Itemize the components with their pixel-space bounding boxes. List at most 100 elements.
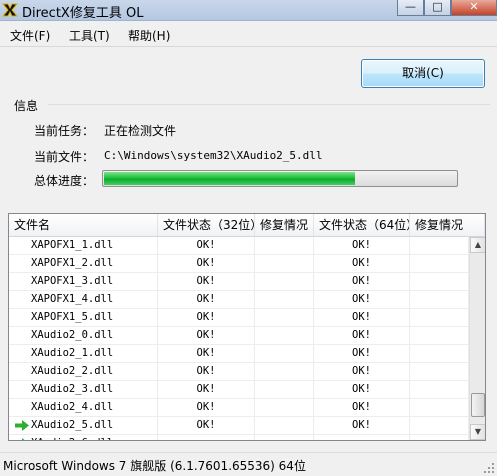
cell-filename: XAudio2_5.dll bbox=[9, 417, 158, 434]
cell-status-64: OK! bbox=[314, 363, 410, 380]
cell-status-32: OK! bbox=[158, 399, 255, 416]
close-button[interactable]: ✕ bbox=[451, 0, 497, 16]
cell-repair-32 bbox=[255, 435, 314, 440]
table-row[interactable]: XAPOFX1_4.dll OK! OK! bbox=[9, 291, 469, 309]
info-group-title: 信息 bbox=[14, 99, 39, 113]
scroll-up-icon[interactable]: ▲ bbox=[470, 237, 485, 253]
cell-filename: XAudio2_2.dll bbox=[9, 363, 158, 380]
cell-repair-32 bbox=[255, 363, 314, 380]
column-header-status-64[interactable]: 文件状态（64位） bbox=[314, 214, 410, 236]
cell-status-32: OK! bbox=[158, 255, 255, 272]
resize-grip-icon[interactable] bbox=[483, 462, 495, 474]
table-row[interactable]: XAudio2_3.dll OK! OK! bbox=[9, 381, 469, 399]
cell-repair-32 bbox=[255, 291, 314, 308]
cell-repair-32 bbox=[255, 417, 314, 434]
column-header-status-32[interactable]: 文件状态（32位） bbox=[158, 214, 255, 236]
cell-status-64: OK! bbox=[314, 327, 410, 344]
scroll-down-icon[interactable]: ▼ bbox=[470, 424, 485, 440]
table-row[interactable]: XAPOFX1_2.dll OK! OK! bbox=[9, 255, 469, 273]
current-file-value: C:\Windows\system32\XAudio2_5.dll bbox=[104, 149, 323, 162]
cell-repair-64 bbox=[410, 363, 469, 380]
cell-repair-64 bbox=[410, 399, 469, 416]
table-header: 文件名 文件状态（32位） 修复情况 文件状态（64位） 修复情况 bbox=[9, 214, 485, 237]
cell-filename: XAudio2_6.dll bbox=[9, 435, 158, 440]
cell-status-32: OK! bbox=[158, 363, 255, 380]
column-header-repair-64[interactable]: 修复情况 bbox=[410, 214, 485, 236]
table-row[interactable]: XAudio2_5.dll OK! OK! bbox=[9, 417, 469, 435]
menu-help[interactable]: 帮助(H) bbox=[128, 27, 170, 44]
cell-repair-32 bbox=[255, 237, 314, 254]
cell-status-32: OK! bbox=[158, 345, 255, 362]
cell-filename: XAPOFX1_1.dll bbox=[9, 237, 158, 254]
info-group-divider bbox=[48, 104, 490, 105]
cell-status-64: OK! bbox=[314, 399, 410, 416]
cell-filename: XAudio2_1.dll bbox=[9, 345, 158, 362]
cell-status-64: OK! bbox=[314, 417, 410, 434]
table-row[interactable]: XAudio2_0.dll OK! OK! bbox=[9, 327, 469, 345]
scroll-thumb[interactable] bbox=[471, 393, 485, 417]
table-body: XAPOFX1_1.dll OK! OK! XAPOFX1_2.dll OK! OK! XA… bbox=[9, 237, 469, 440]
cell-status-64: OK! bbox=[314, 381, 410, 398]
cell-status-32: OK! bbox=[158, 273, 255, 290]
cell-repair-64 bbox=[410, 417, 469, 434]
title-bar: DirectX修复工具 OL — □ ✕ bbox=[0, 0, 497, 21]
cell-repair-32 bbox=[255, 273, 314, 290]
status-bar: Microsoft Windows 7 旗舰版 (6.1.7601.65536)… bbox=[0, 452, 497, 476]
window-title: DirectX修复工具 OL bbox=[22, 6, 144, 21]
minimize-button[interactable]: — bbox=[397, 0, 424, 16]
menu-bar: 文件(F) 工具(T) 帮助(H) bbox=[0, 21, 497, 45]
cell-status-64: OK! bbox=[314, 345, 410, 362]
cell-filename: XAudio2_0.dll bbox=[9, 327, 158, 344]
current-task-value: 正在检测文件 bbox=[104, 124, 177, 138]
cell-status-64 bbox=[314, 435, 410, 440]
file-status-table: 文件名 文件状态（32位） 修复情况 文件状态（64位） 修复情况 XAPOFX… bbox=[8, 213, 486, 441]
cell-repair-64 bbox=[410, 327, 469, 344]
cancel-button[interactable]: 取消(C) bbox=[361, 59, 485, 88]
column-header-repair-32[interactable]: 修复情况 bbox=[255, 214, 314, 236]
directx-x-icon bbox=[2, 3, 18, 17]
cell-repair-32 bbox=[255, 327, 314, 344]
cell-repair-64 bbox=[410, 291, 469, 308]
table-row[interactable]: XAPOFX1_3.dll OK! OK! bbox=[9, 273, 469, 291]
table-row[interactable]: XAudio2_6.dll bbox=[9, 435, 469, 440]
cell-repair-32 bbox=[255, 381, 314, 398]
cell-filename: XAudio2_3.dll bbox=[9, 381, 158, 398]
overall-progress-bar bbox=[102, 170, 458, 187]
cell-repair-64 bbox=[410, 255, 469, 272]
cell-status-64: OK! bbox=[314, 237, 410, 254]
table-row[interactable]: XAudio2_4.dll OK! OK! bbox=[9, 399, 469, 417]
cell-status-32 bbox=[158, 435, 255, 440]
cell-status-32: OK! bbox=[158, 417, 255, 434]
table-row[interactable]: XAudio2_1.dll OK! OK! bbox=[9, 345, 469, 363]
cell-status-32: OK! bbox=[158, 381, 255, 398]
cell-repair-64 bbox=[410, 237, 469, 254]
table-row[interactable]: XAudio2_2.dll OK! OK! bbox=[9, 363, 469, 381]
column-header-filename[interactable]: 文件名 bbox=[9, 214, 158, 236]
table-row[interactable]: XAPOFX1_1.dll OK! OK! bbox=[9, 237, 469, 255]
cell-repair-32 bbox=[255, 399, 314, 416]
maximize-button[interactable]: □ bbox=[424, 0, 451, 16]
cell-repair-32 bbox=[255, 345, 314, 362]
os-version-text: Microsoft Windows 7 旗舰版 (6.1.7601.65536)… bbox=[3, 459, 306, 473]
cell-filename: XAPOFX1_5.dll bbox=[9, 309, 158, 326]
cell-repair-64 bbox=[410, 309, 469, 326]
cell-filename: XAPOFX1_3.dll bbox=[9, 273, 158, 290]
menu-separator bbox=[0, 46, 497, 47]
cell-status-32: OK! bbox=[158, 237, 255, 254]
cell-filename: XAPOFX1_4.dll bbox=[9, 291, 158, 308]
table-row[interactable]: XAPOFX1_5.dll OK! OK! bbox=[9, 309, 469, 327]
menu-tools[interactable]: 工具(T) bbox=[69, 27, 110, 44]
vertical-scrollbar[interactable]: ▲ ▼ bbox=[469, 237, 485, 440]
cell-filename: XAPOFX1_2.dll bbox=[9, 255, 158, 272]
cell-filename: XAudio2_4.dll bbox=[9, 399, 158, 416]
cell-status-64: OK! bbox=[314, 273, 410, 290]
cell-status-32: OK! bbox=[158, 327, 255, 344]
cell-status-64: OK! bbox=[314, 291, 410, 308]
menu-file[interactable]: 文件(F) bbox=[10, 27, 50, 44]
cell-status-64: OK! bbox=[314, 255, 410, 272]
cell-repair-32 bbox=[255, 309, 314, 326]
current-file-label: 当前文件： bbox=[34, 150, 95, 164]
cell-repair-64 bbox=[410, 435, 469, 440]
cell-repair-64 bbox=[410, 381, 469, 398]
current-task-label: 当前任务： bbox=[34, 124, 95, 138]
